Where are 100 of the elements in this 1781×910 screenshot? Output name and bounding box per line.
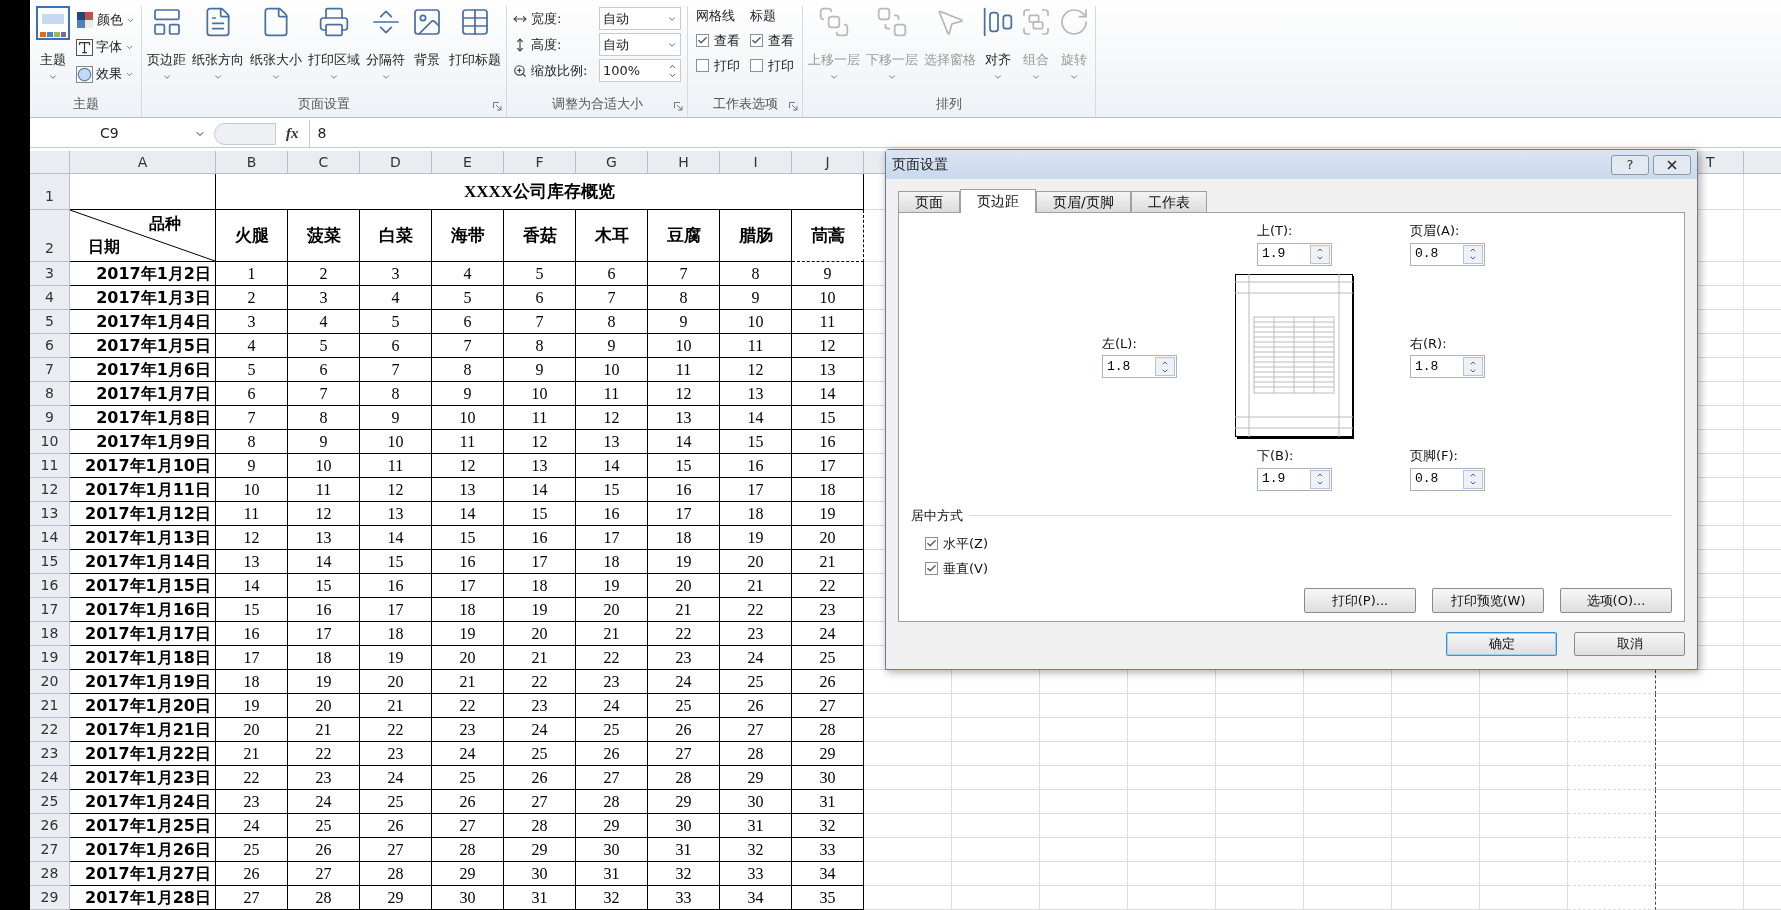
dialog-tab[interactable]: 工作表	[1130, 191, 1207, 212]
dialog-tab[interactable]: 页眉/页脚	[1036, 191, 1131, 212]
column-header[interactable]: J	[792, 151, 864, 174]
column-header[interactable]: D	[360, 151, 432, 174]
table-cell: 7	[432, 334, 504, 358]
row-header[interactable]: 13	[30, 502, 70, 526]
dialog-title: 页面设置	[892, 155, 948, 174]
ribbon-button[interactable]: 打印区域	[305, 6, 363, 82]
cancel-button[interactable]: 取消	[1574, 632, 1685, 656]
table-cell: 22	[432, 694, 504, 718]
row-header[interactable]: 22	[30, 718, 70, 742]
column-header[interactable]: H	[648, 151, 720, 174]
column-header[interactable]: A	[70, 151, 216, 174]
row-header[interactable]: 2	[30, 210, 70, 262]
column-header[interactable]: G	[576, 151, 648, 174]
table-cell: 25	[288, 814, 360, 838]
close-button[interactable]	[1653, 154, 1691, 175]
checkbox[interactable]	[925, 562, 938, 576]
row-header[interactable]: 29	[30, 886, 70, 910]
table-cell: 3	[216, 310, 288, 334]
ribbon-button[interactable]: 对齐	[979, 6, 1017, 82]
dialog-launcher-icon[interactable]	[674, 102, 683, 112]
checkbox[interactable]	[696, 59, 709, 72]
table-cell: 20	[576, 598, 648, 622]
row-header[interactable]: 7	[30, 358, 70, 382]
table-cell: 2017年1月16日	[70, 598, 216, 622]
row-header[interactable]: 15	[30, 550, 70, 574]
table-cell: 11	[216, 502, 288, 526]
size-dropdown[interactable]: 自动	[599, 33, 681, 56]
checkbox[interactable]	[696, 34, 709, 47]
table-cell: 17	[720, 478, 792, 502]
table-cell: 5	[360, 310, 432, 334]
row-header[interactable]: 20	[30, 670, 70, 694]
ribbon-button[interactable]: 纸张方向	[189, 6, 247, 82]
margin-spinner[interactable]: 0.8	[1410, 467, 1485, 491]
dialog-launcher-icon[interactable]	[789, 102, 798, 112]
margin-spinner[interactable]: 1.9	[1257, 242, 1332, 266]
themes-button[interactable]: 主题	[36, 6, 70, 86]
row-header[interactable]: 26	[30, 814, 70, 838]
column-header[interactable]: C	[288, 151, 360, 174]
table-cell: 24	[360, 766, 432, 790]
splitter-handle[interactable]	[214, 122, 276, 145]
row-header[interactable]: 6	[30, 334, 70, 358]
checkbox[interactable]	[925, 536, 938, 550]
scale-spinner[interactable]: 100%	[599, 59, 681, 82]
row-header[interactable]: 1	[30, 174, 70, 210]
dialog-launcher-icon[interactable]	[493, 102, 502, 112]
ribbon-button[interactable]: 纸张大小	[247, 6, 305, 82]
effects-button[interactable]: 效果	[76, 62, 135, 86]
row-header[interactable]: 3	[30, 262, 70, 286]
dialog-button[interactable]: 选项(O)...	[1560, 588, 1672, 613]
table-cell: 7	[360, 358, 432, 382]
row-header[interactable]: 9	[30, 406, 70, 430]
row-header[interactable]: 12	[30, 478, 70, 502]
ribbon-button[interactable]: 页边距	[144, 6, 189, 82]
checkbox[interactable]	[750, 34, 763, 47]
row-header[interactable]: 19	[30, 646, 70, 670]
table-cell: 19	[576, 574, 648, 598]
dialog-tab[interactable]: 页边距	[960, 189, 1036, 213]
row-header[interactable]: 14	[30, 526, 70, 550]
row-header[interactable]: 24	[30, 766, 70, 790]
row-header[interactable]: 5	[30, 310, 70, 334]
table-cell: 24	[648, 670, 720, 694]
column-header[interactable]: F	[504, 151, 576, 174]
row-header[interactable]: 25	[30, 790, 70, 814]
row-header[interactable]: 23	[30, 742, 70, 766]
column-header[interactable]: B	[216, 151, 288, 174]
row-header[interactable]: 27	[30, 838, 70, 862]
fonts-button[interactable]: 字体	[76, 35, 135, 59]
row-header[interactable]: 17	[30, 598, 70, 622]
table-cell: 21	[792, 550, 864, 574]
row-header[interactable]: 10	[30, 430, 70, 454]
colors-button[interactable]: 颜色	[76, 8, 135, 32]
margin-spinner[interactable]: 1.8	[1410, 355, 1485, 379]
margin-spinner[interactable]: 1.9	[1257, 467, 1332, 491]
ok-button[interactable]: 确定	[1446, 632, 1557, 656]
row-header[interactable]: 16	[30, 574, 70, 598]
name-box[interactable]: C9	[30, 121, 210, 146]
margin-spinner[interactable]: 0.8	[1410, 242, 1485, 266]
table-cell: 2	[288, 262, 360, 286]
help-button[interactable]: ?	[1611, 154, 1649, 175]
ribbon-button[interactable]: 背景	[408, 6, 446, 82]
dialog-tab[interactable]: 页面	[898, 191, 960, 212]
margin-spinner[interactable]: 1.8	[1102, 355, 1177, 379]
ribbon-button[interactable]: 打印标题	[446, 6, 504, 82]
checkbox[interactable]	[750, 59, 763, 72]
row-header[interactable]: 21	[30, 694, 70, 718]
table-cell: 9	[360, 406, 432, 430]
column-header[interactable]: E	[432, 151, 504, 174]
row-header[interactable]: 18	[30, 622, 70, 646]
row-header[interactable]: 4	[30, 286, 70, 310]
insert-function-button[interactable]: fx	[286, 122, 299, 145]
size-dropdown[interactable]: 自动	[599, 7, 681, 30]
column-header[interactable]: I	[720, 151, 792, 174]
row-header[interactable]: 11	[30, 454, 70, 478]
ribbon-button[interactable]: 分隔符	[363, 6, 408, 82]
dialog-button[interactable]: 打印预览(W)	[1432, 588, 1544, 613]
row-header[interactable]: 8	[30, 382, 70, 406]
dialog-button[interactable]: 打印(P)...	[1304, 588, 1416, 613]
row-header[interactable]: 28	[30, 862, 70, 886]
